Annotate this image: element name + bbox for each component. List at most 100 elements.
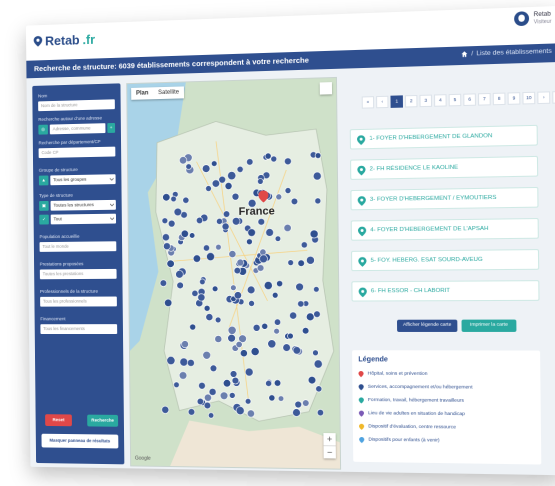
result-item[interactable]: 1- FOYER D'HEBERGEMENT DE GLANDON [349,124,538,150]
map-cluster-marker[interactable] [227,325,237,335]
pagination-page[interactable]: 2 [404,94,418,108]
pagination-page[interactable]: 4 [434,94,447,107]
map-cluster-marker[interactable] [167,356,175,364]
map-cluster-marker[interactable] [253,324,260,331]
map-cluster-marker[interactable] [187,359,194,366]
map-cluster-marker[interactable] [204,394,211,401]
map-cluster-marker[interactable] [230,284,237,291]
map-cluster-marker[interactable] [183,197,189,203]
pagination-page[interactable]: 8 [492,92,506,106]
map-cluster-marker[interactable] [235,340,243,348]
map-cluster-marker[interactable] [312,350,318,356]
map-cluster-marker[interactable] [284,158,291,165]
map-cluster-marker[interactable] [179,156,187,164]
map-cluster-marker[interactable] [216,218,224,226]
map-cluster-marker[interactable] [208,413,214,419]
logo[interactable]: Retab .fr [33,32,95,49]
map-cluster-marker[interactable] [193,255,201,263]
map-cluster-marker[interactable] [306,313,314,321]
pagination-page[interactable]: 5 [448,93,462,107]
map-cluster-marker[interactable] [167,260,175,268]
prestations-input[interactable]: Toutes les prestations [39,268,117,280]
map-cluster-marker[interactable] [310,230,318,238]
map-cluster-marker[interactable] [204,305,210,311]
map-cluster-marker[interactable] [289,312,296,319]
map-cluster-marker[interactable] [313,287,319,293]
pagination-page[interactable]: 7 [477,92,491,106]
pagination-next[interactable]: › [537,91,551,105]
map-cluster-marker[interactable] [256,263,264,272]
etat-select[interactable]: Tout [50,213,117,225]
map-cluster-marker[interactable] [209,388,216,395]
map-cluster-marker[interactable] [205,185,213,193]
map-cluster-marker[interactable] [256,177,263,185]
reset-button[interactable]: Reset [45,414,72,427]
map-cluster-marker[interactable] [239,348,248,357]
map-cluster-marker[interactable] [223,379,232,388]
home-icon[interactable] [461,50,468,58]
tab-satellite[interactable]: Satellite [153,86,184,99]
map-cluster-marker[interactable] [276,280,282,286]
map-cluster-marker[interactable] [251,347,259,355]
map-cluster-marker[interactable] [186,164,192,170]
map-cluster-marker[interactable] [196,217,204,225]
print-map-button[interactable]: Imprimer la carte [461,319,517,332]
hide-results-panel-button[interactable]: Masquer panneau de résultats [41,433,119,449]
map-cluster-marker[interactable] [274,328,280,334]
map-cluster-marker[interactable] [265,153,271,159]
map-cluster-marker[interactable] [231,376,239,385]
financement-input[interactable]: Tous les financements [40,324,118,335]
map-cluster-marker[interactable] [199,279,205,285]
map-cluster-marker[interactable] [174,382,180,388]
map-cluster-marker[interactable] [259,255,267,263]
map-cluster-marker[interactable] [301,242,307,248]
tab-plan[interactable]: Plan [131,87,153,99]
map-cluster-marker[interactable] [287,333,293,339]
map-cluster-marker[interactable] [198,294,205,301]
map-view[interactable]: Plan Satellite France + − Google [126,76,342,470]
map-cluster-marker[interactable] [220,391,229,401]
map-cluster-marker[interactable] [293,347,301,355]
map-cluster-marker[interactable] [190,324,196,330]
map-cluster-marker[interactable] [232,216,241,226]
map-cluster-marker[interactable] [271,156,277,162]
map-cluster-marker[interactable] [247,299,255,307]
map-cluster-marker[interactable] [317,409,324,416]
departement-input[interactable]: Code CP [38,146,116,159]
result-item[interactable]: 6- FH ESSOR - CH LABORIT [351,280,540,302]
fullscreen-icon[interactable] [319,82,333,95]
map-cluster-marker[interactable] [162,218,168,224]
map-cluster-marker[interactable] [284,224,292,232]
locate-icon[interactable]: ◎ [38,124,48,135]
pagination-first[interactable]: « [361,96,375,109]
map-cluster-marker[interactable] [233,266,241,275]
map-cluster-marker[interactable] [306,256,314,264]
map-cluster-marker[interactable] [314,360,322,368]
map-cluster-marker[interactable] [236,165,244,173]
population-input[interactable]: Tout le monde [39,241,117,252]
map-cluster-marker[interactable] [204,402,211,409]
pagination-page[interactable]: 1 [390,95,403,108]
adresse-add-icon[interactable]: + [107,122,116,133]
map-cluster-marker[interactable] [171,196,177,202]
map-cluster-marker[interactable] [315,153,321,159]
map-cluster-marker[interactable] [224,182,233,190]
map-cluster-marker[interactable] [215,244,222,251]
map-cluster-marker[interactable] [229,392,236,399]
map-cluster-marker[interactable] [246,285,255,294]
map-cluster-marker[interactable] [181,341,188,348]
map-cluster-marker[interactable] [288,260,294,266]
map-cluster-marker[interactable] [269,395,275,401]
map-cluster-marker[interactable] [227,334,236,343]
show-legend-button[interactable]: Afficher légende carte [396,319,458,332]
search-button[interactable]: Recherche [87,414,119,427]
map-cluster-marker[interactable] [233,291,242,300]
pagination-page[interactable]: 9 [507,92,521,105]
map-cluster-marker[interactable] [291,198,298,205]
map-cluster-marker[interactable] [260,249,266,255]
pagination-prev[interactable]: ‹ [376,95,389,109]
map-cluster-marker[interactable] [295,401,302,408]
map-cluster-marker[interactable] [202,164,211,174]
map-cluster-marker[interactable] [210,365,218,373]
map-cluster-marker[interactable] [302,327,309,334]
